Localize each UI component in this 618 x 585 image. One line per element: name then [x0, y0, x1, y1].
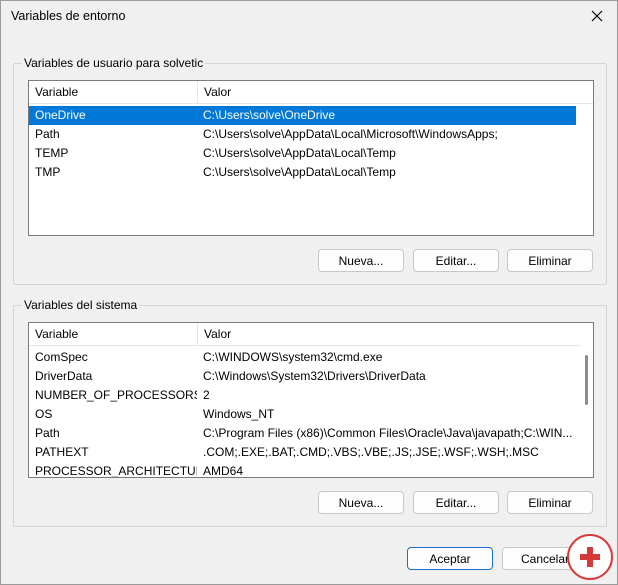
variable-value: Windows_NT: [203, 407, 275, 421]
user-list-header: Variable Valor: [29, 81, 593, 104]
system-edit-button[interactable]: Editar...: [413, 491, 499, 514]
variable-name: Path: [35, 426, 60, 440]
system_vars-row[interactable]: PATHEXT .COM;.EXE;.BAT;.CMD;.VBS;.VBE;.JS…: [29, 443, 593, 462]
variable-value: C:\Users\solve\AppData\Local\Microsoft\W…: [203, 127, 498, 141]
system-delete-button[interactable]: Eliminar: [507, 491, 593, 514]
user_vars-row[interactable]: OneDrive C:\Users\solve\OneDrive: [29, 106, 576, 125]
system-variables-group: Variables del sistema Variable Valor Com…: [13, 298, 607, 527]
variable-name: ComSpec: [35, 350, 88, 364]
column-header-variable[interactable]: Variable: [29, 323, 197, 346]
column-header-value[interactable]: Valor: [197, 323, 593, 346]
system-list-scrollbar[interactable]: [581, 345, 593, 477]
accept-button[interactable]: Aceptar: [407, 547, 493, 570]
system_vars-row[interactable]: PROCESSOR_ARCHITECTURE AMD64: [29, 462, 593, 478]
column-header-value[interactable]: Valor: [197, 81, 593, 104]
window-title: Variables de entorno: [11, 9, 126, 23]
variable-value: 2: [203, 388, 210, 402]
user_vars-row[interactable]: TEMP C:\Users\solve\AppData\Local\Temp: [29, 144, 593, 163]
user-variables-list[interactable]: Variable Valor OneDrive C:\Users\solve\On…: [28, 80, 594, 236]
system_vars-row[interactable]: NUMBER_OF_PROCESSORS 2: [29, 386, 593, 405]
system_vars-row[interactable]: OS Windows_NT: [29, 405, 593, 424]
variable-name: Path: [35, 127, 60, 141]
system-new-button[interactable]: Nueva...: [318, 491, 404, 514]
system_vars-row[interactable]: Path C:\Program Files (x86)\Common Files\…: [29, 424, 593, 443]
variable-value: C:\Program Files (x86)\Common Files\Orac…: [203, 426, 573, 440]
variable-value: AMD64: [203, 464, 244, 478]
variable-name: DriverData: [35, 369, 93, 383]
scroll-thumb[interactable]: [585, 355, 588, 405]
variable-name: OneDrive: [35, 108, 86, 122]
user-delete-button[interactable]: Eliminar: [507, 249, 593, 272]
watermark-logo: [567, 534, 613, 580]
variable-value: C:\Users\solve\AppData\Local\Temp: [203, 165, 396, 179]
variable-value: C:\Users\solve\AppData\Local\Temp: [203, 146, 396, 160]
user_vars-row[interactable]: Path C:\Users\solve\AppData\Local\Microso…: [29, 125, 593, 144]
title-bar: Variables de entorno: [1, 1, 617, 33]
variable-name: NUMBER_OF_PROCESSORS: [35, 388, 197, 402]
variable-value: C:\WINDOWS\system32\cmd.exe: [203, 350, 383, 364]
environment-variables-dialog: Variables de entorno Variables de usuari…: [0, 0, 618, 585]
variable-name: TMP: [35, 165, 61, 179]
variable-value: .COM;.EXE;.BAT;.CMD;.VBS;.VBE;.JS;.JSE;.…: [203, 445, 539, 459]
close-button[interactable]: [577, 1, 617, 31]
system-variables-label: Variables del sistema: [22, 298, 140, 312]
variable-name: OS: [35, 407, 53, 421]
system-list-header: Variable Valor: [29, 323, 593, 346]
user-edit-button[interactable]: Editar...: [413, 249, 499, 272]
system-variables-list[interactable]: Variable Valor ComSpec C:\WINDOWS\system3…: [28, 322, 594, 478]
close-icon: [591, 10, 603, 22]
user-variables-group: Variables de usuario para solvetic Varia…: [13, 56, 607, 285]
column-header-variable[interactable]: Variable: [29, 81, 197, 104]
cross-icon: [580, 547, 600, 567]
variable-name: TEMP: [35, 146, 69, 160]
user-variables-label: Variables de usuario para solvetic: [22, 56, 206, 70]
system_vars-row[interactable]: DriverData C:\Windows\System32\Drivers\Dr…: [29, 367, 593, 386]
user-new-button[interactable]: Nueva...: [318, 249, 404, 272]
variable-value: C:\Windows\System32\Drivers\DriverData: [203, 369, 426, 383]
variable-name: PROCESSOR_ARCHITECTURE: [35, 464, 197, 478]
user_vars-row[interactable]: TMP C:\Users\solve\AppData\Local\Temp: [29, 163, 593, 182]
system_vars-row[interactable]: ComSpec C:\WINDOWS\system32\cmd.exe: [29, 348, 593, 367]
variable-value: C:\Users\solve\OneDrive: [203, 108, 336, 122]
variable-name: PATHEXT: [35, 445, 89, 459]
